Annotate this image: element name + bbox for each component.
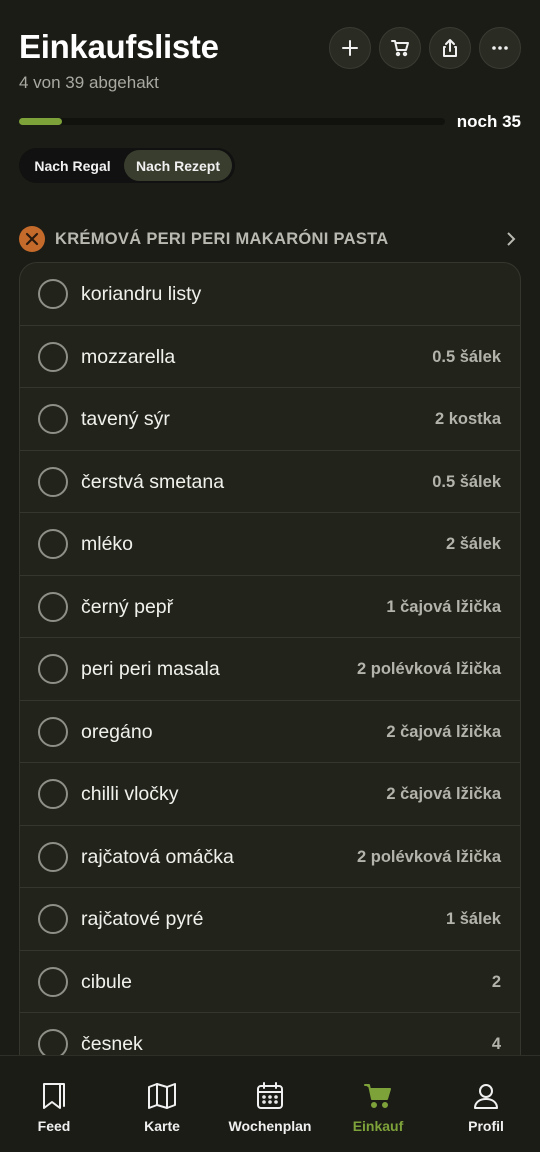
header: Einkaufsliste 4 von 39 abgehakt [0, 0, 540, 100]
item-name: česnek [81, 1033, 143, 1055]
shopping-list-screen: Einkaufsliste 4 von 39 abgehakt noch 35 … [0, 0, 540, 1152]
list-item[interactable]: rajčatová omáčka 2 polévková lžička [20, 826, 520, 888]
item-quantity: 2 čajová lžička [386, 722, 501, 741]
cart-icon [362, 1080, 394, 1112]
progress-bar [19, 118, 445, 125]
item-name: čerstvá smetana [81, 470, 225, 493]
list-item[interactable]: černý pepř 1 čajová lžička [20, 576, 520, 638]
item-quantity: 1 čajová lžička [386, 597, 501, 616]
item-quantity: 2 [491, 972, 501, 991]
nav-label: Profil [468, 1118, 504, 1134]
item-name: rajčatové pyré [81, 908, 204, 930]
item-name: mozzarella [81, 345, 176, 368]
list-item[interactable]: chilli vločky 2 čajová lžička [20, 763, 520, 826]
list-item[interactable]: mléko 2 šálek [20, 513, 520, 576]
checkbox[interactable] [38, 466, 68, 497]
bottom-navigation: Feed Karte Wochenplan Einkauf Profil [0, 1055, 540, 1152]
item-name: rajčatová omáčka [81, 845, 234, 868]
nav-label: Karte [144, 1118, 180, 1134]
item-quantity: 2 polévková lžička [357, 847, 501, 866]
add-button[interactable] [329, 27, 371, 69]
toggle-by-shelf[interactable]: Nach Regal [21, 150, 124, 181]
item-quantity: 4 [491, 1035, 501, 1053]
item-quantity: 2 čajová lžička [386, 785, 501, 803]
recipe-header[interactable]: KRÉMOVÁ PERI PERI MAKARÓNI PASTA [19, 226, 521, 252]
item-quantity: 0.5 šálek [432, 347, 501, 366]
share-icon [443, 39, 457, 57]
checkbox[interactable] [38, 716, 68, 747]
checkbox[interactable] [38, 654, 68, 684]
list-item[interactable]: koriandru listy [20, 263, 520, 326]
nav-map[interactable]: Karte [108, 1056, 216, 1152]
item-quantity: 2 polévková lžička [357, 660, 501, 678]
list-item[interactable]: čerstvá smetana 0.5 šálek [20, 451, 520, 513]
checkbox[interactable] [38, 404, 68, 434]
item-name: oregáno [81, 720, 153, 743]
chevron-right-icon [503, 230, 519, 248]
item-name: koriandru listy [81, 283, 202, 305]
nav-label: Feed [37, 1118, 71, 1134]
calendar-icon [254, 1080, 286, 1112]
share-button[interactable] [429, 27, 471, 69]
view-toggle: Nach Regal Nach Rezept [19, 148, 235, 183]
checkbox[interactable] [38, 841, 68, 872]
list-item[interactable]: oregáno 2 čajová lžička [20, 701, 520, 763]
item-quantity: 2 šálek [445, 535, 501, 553]
nav-profile[interactable]: Profil [432, 1056, 540, 1152]
nav-feed[interactable]: Feed [0, 1056, 108, 1152]
more-button[interactable] [479, 27, 521, 69]
list-item[interactable]: peri peri masala 2 polévková lžička [20, 638, 520, 701]
utensils-icon [19, 226, 45, 252]
remaining-label: noch 35 [456, 112, 521, 131]
item-quantity: 0.5 šálek [432, 472, 501, 491]
cart-button[interactable] [379, 27, 421, 69]
more-icon [492, 46, 508, 50]
checkbox[interactable] [38, 279, 68, 309]
checkbox[interactable] [38, 966, 68, 997]
list-item[interactable]: mozzarella 0.5 šálek [20, 326, 520, 388]
item-name: cibule [81, 970, 132, 993]
recipe-title: KRÉMOVÁ PERI PERI MAKARÓNI PASTA [55, 230, 389, 248]
item-name: peri peri masala [81, 658, 220, 680]
checkbox[interactable] [38, 904, 68, 934]
progress-fill [19, 118, 62, 125]
item-name: chilli vločky [81, 783, 179, 805]
checkbox[interactable] [38, 779, 68, 809]
page-title: Einkaufsliste [19, 28, 219, 65]
item-quantity: 1 šálek [445, 910, 501, 928]
nav-weekplan[interactable]: Wochenplan [216, 1056, 324, 1152]
checkbox[interactable] [38, 341, 68, 372]
cart-icon [391, 40, 409, 57]
plus-icon [342, 40, 358, 56]
bookmark-icon [38, 1080, 70, 1112]
checkbox[interactable] [38, 591, 68, 622]
ingredient-list: koriandru listy mozzarella 0.5 šálek tav… [19, 262, 521, 1092]
profile-icon [470, 1080, 502, 1112]
list-item[interactable]: tavený sýr 2 kostka [20, 388, 520, 451]
item-quantity: 2 kostka [434, 410, 501, 428]
item-name: mléko [81, 533, 134, 555]
checked-count: 4 von 39 abgehakt [19, 73, 159, 92]
item-name: černý pepř [81, 595, 174, 618]
nav-shopping[interactable]: Einkauf [324, 1056, 432, 1152]
map-icon [146, 1080, 178, 1112]
nav-label: Einkauf [352, 1118, 404, 1134]
list-item[interactable]: cibule 2 [20, 951, 520, 1013]
checkbox[interactable] [38, 529, 68, 559]
nav-label: Wochenplan [228, 1118, 312, 1134]
list-item[interactable]: rajčatové pyré 1 šálek [20, 888, 520, 951]
item-name: tavený sýr [81, 408, 170, 430]
toggle-by-recipe[interactable]: Nach Rezept [124, 150, 232, 181]
